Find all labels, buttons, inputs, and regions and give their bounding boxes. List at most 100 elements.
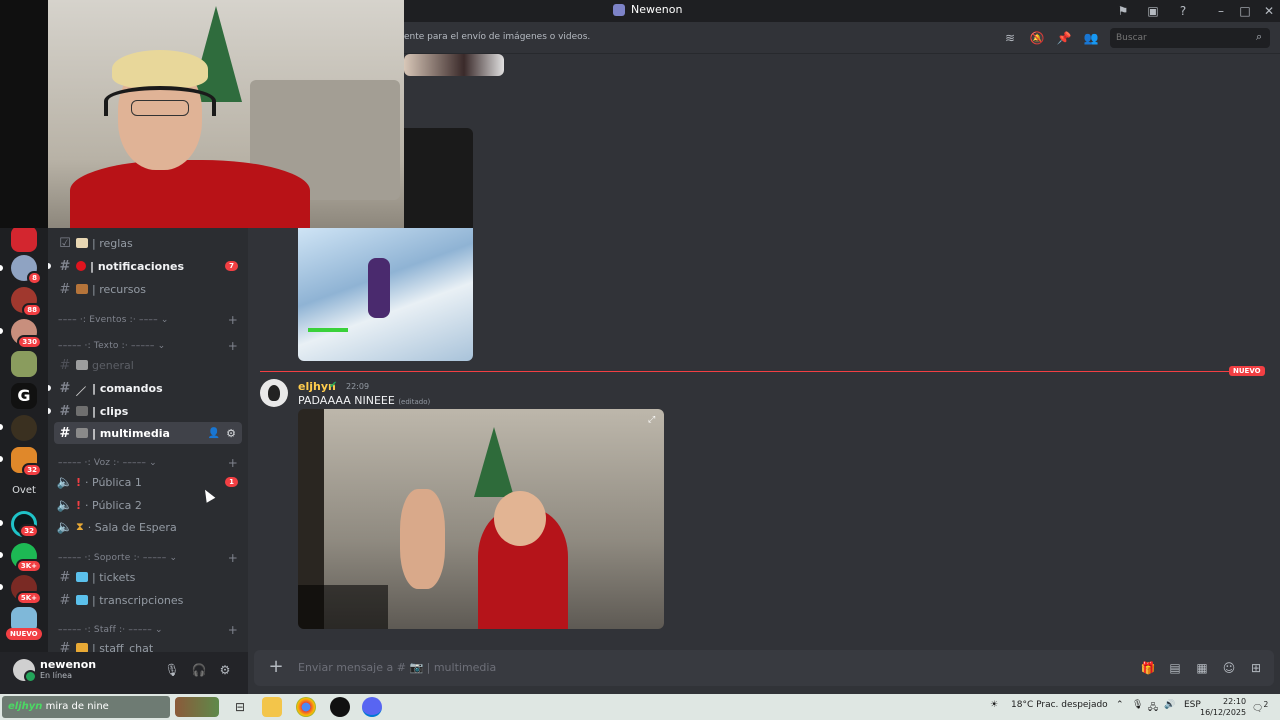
- message-composer[interactable]: + Enviar mensaje a # 📷 | multimedia 🎁 ▤ …: [254, 650, 1274, 686]
- red-circle-emoji-icon: [76, 261, 86, 271]
- server-1[interactable]: [11, 226, 37, 252]
- foot: [400, 489, 445, 589]
- previous-attachment-image[interactable]: [404, 54, 504, 76]
- category-texto[interactable]: ––––– ·: Texto :· ––––– ⌄ +: [58, 339, 238, 353]
- expand-icon[interactable]: ⤢: [648, 415, 655, 425]
- gif-icon[interactable]: ▤: [1167, 660, 1183, 676]
- server-11[interactable]: 3K+: [11, 543, 42, 573]
- add-channel-icon[interactable]: +: [228, 623, 238, 637]
- emoji-icon[interactable]: ☺: [1221, 660, 1237, 676]
- streamer-shirt: [70, 160, 310, 228]
- gear-icon[interactable]: ⚙: [226, 427, 236, 440]
- channel-comandos[interactable]: # ／ | comandos: [54, 377, 242, 399]
- threads-icon[interactable]: ≋: [1002, 30, 1018, 46]
- taskbar-clock[interactable]: 22:10 16/12/2025: [1200, 696, 1246, 718]
- app-icon[interactable]: [330, 697, 350, 717]
- tray-chevron-icon[interactable]: ⌃: [1116, 700, 1124, 710]
- channel-multimedia[interactable]: # | multimedia 👤 ⚙: [54, 422, 242, 444]
- channel-tickets[interactable]: # | tickets: [54, 566, 242, 588]
- pin-icon[interactable]: 📌: [1056, 30, 1072, 46]
- discord-icon[interactable]: [362, 697, 382, 717]
- channel-clips[interactable]: # | clips: [54, 400, 242, 422]
- minimize-button[interactable]: –: [1211, 3, 1231, 19]
- category-staff[interactable]: ––––– ·: Staff :· ––––– ⌄ +: [58, 623, 238, 637]
- category-soporte[interactable]: ––––– ·: Soporte :· ––––– ⌄ +: [58, 551, 238, 565]
- language-indicator[interactable]: ESP: [1184, 700, 1201, 710]
- channel-reglas[interactable]: ☑ | reglas: [54, 232, 242, 254]
- gift-icon[interactable]: 🎁: [1140, 660, 1156, 676]
- mute-bell-icon[interactable]: 🔕: [1029, 30, 1045, 46]
- invite-icon[interactable]: 👤: [208, 428, 220, 439]
- file-explorer-icon[interactable]: [262, 697, 282, 717]
- notifications-icon[interactable]: 🗨2: [1252, 700, 1268, 714]
- server-badge: 8: [27, 271, 42, 285]
- username[interactable]: newenon: [40, 658, 96, 671]
- streamer-face: [494, 491, 546, 546]
- composer-placeholder[interactable]: Enviar mensaje a # 📷 | multimedia: [298, 661, 496, 674]
- unread-indicator: [48, 263, 51, 269]
- taskbar-search[interactable]: eljhyn mira de nine: [2, 696, 170, 718]
- help-icon[interactable]: ?: [1175, 3, 1191, 19]
- server-5[interactable]: [11, 351, 37, 377]
- add-channel-icon[interactable]: +: [228, 551, 238, 565]
- chrome-icon[interactable]: [296, 697, 316, 717]
- unread-pill: [0, 520, 3, 526]
- user-avatar[interactable]: [13, 659, 37, 683]
- weather-text[interactable]: 18°C Prac. despejado: [1011, 700, 1108, 710]
- channel-transcripciones[interactable]: # | transcripciones: [54, 589, 242, 611]
- server-ovet-text[interactable]: Ovet: [6, 485, 42, 496]
- member-list-icon[interactable]: 👥: [1083, 30, 1099, 46]
- sticker-icon[interactable]: ▦: [1194, 660, 1210, 676]
- channel-notificaciones[interactable]: # | notificaciones 7: [54, 255, 242, 277]
- screen-share-icon[interactable]: ▣: [1145, 3, 1161, 19]
- server-12[interactable]: 5K+: [11, 575, 42, 605]
- task-view-icon[interactable]: ⊟: [230, 697, 250, 717]
- channel-staff-chat[interactable]: # | staff_chat: [54, 637, 242, 652]
- search-input[interactable]: [1110, 28, 1270, 48]
- server-10[interactable]: 32: [11, 511, 39, 538]
- server-7[interactable]: [11, 415, 37, 441]
- channel-general[interactable]: # general: [54, 354, 242, 376]
- add-channel-icon[interactable]: +: [228, 313, 238, 327]
- user-settings-icon[interactable]: ⚙: [217, 662, 233, 678]
- inbox-icon[interactable]: ⚑: [1115, 3, 1131, 19]
- server-2[interactable]: 8: [11, 255, 42, 285]
- headphones-icon[interactable]: 🎧: [191, 662, 207, 678]
- channel-publica-1[interactable]: 🔈 ! · Pública 1 1: [54, 471, 242, 493]
- mic-tray-icon[interactable]: 🎙: [1132, 700, 1143, 710]
- hash-icon: #: [59, 281, 71, 297]
- server-4[interactable]: 330: [11, 319, 42, 349]
- microphone-icon[interactable]: 🎙: [164, 662, 180, 678]
- unread-pill: [0, 456, 3, 462]
- author-avatar[interactable]: [260, 379, 288, 407]
- attach-plus-icon[interactable]: +: [266, 657, 286, 677]
- clock-time: 22:10: [1223, 697, 1247, 706]
- hash-icon: #: [59, 258, 71, 274]
- weather-icon[interactable]: ☀: [990, 700, 998, 710]
- stream-screenshot-attachment[interactable]: ⤢: [298, 409, 664, 629]
- window-title: Newenon: [613, 3, 682, 16]
- channel-sala-de-espera[interactable]: 🔈 ⧗ · Sala de Espera: [54, 516, 242, 538]
- volume-icon[interactable]: 🔊: [1164, 700, 1175, 710]
- channel-recursos[interactable]: # | recursos: [54, 278, 242, 300]
- hash-icon: #: [59, 425, 71, 441]
- maximize-button[interactable]: □: [1235, 3, 1255, 19]
- server-badge: 32: [22, 463, 42, 477]
- exclamation-emoji-icon: !: [76, 475, 82, 489]
- document-emoji-icon: [76, 595, 88, 605]
- close-button[interactable]: ✕: [1259, 3, 1279, 19]
- apps-icon[interactable]: ⊞: [1248, 660, 1264, 676]
- server-8[interactable]: 32: [11, 447, 42, 477]
- server-g[interactable]: G: [11, 383, 37, 409]
- channel-label: general: [92, 358, 134, 372]
- message-text: PADAAAA NINEEE: [298, 394, 395, 407]
- glasses: [131, 100, 189, 116]
- category-eventos[interactable]: –––– ·: Eventos :· –––– ⌄ +: [58, 313, 238, 327]
- channel-topic[interactable]: ente para el envío de imágenes o videos.: [404, 32, 590, 42]
- new-servers-pill[interactable]: NUEVO: [6, 628, 42, 640]
- add-channel-icon[interactable]: +: [228, 456, 238, 470]
- category-voz[interactable]: ––––– ·: Voz :· ––––– ⌄ +: [58, 456, 238, 470]
- add-channel-icon[interactable]: +: [228, 339, 238, 353]
- network-icon[interactable]: 🖧: [1148, 700, 1158, 716]
- server-3[interactable]: 88: [11, 287, 42, 317]
